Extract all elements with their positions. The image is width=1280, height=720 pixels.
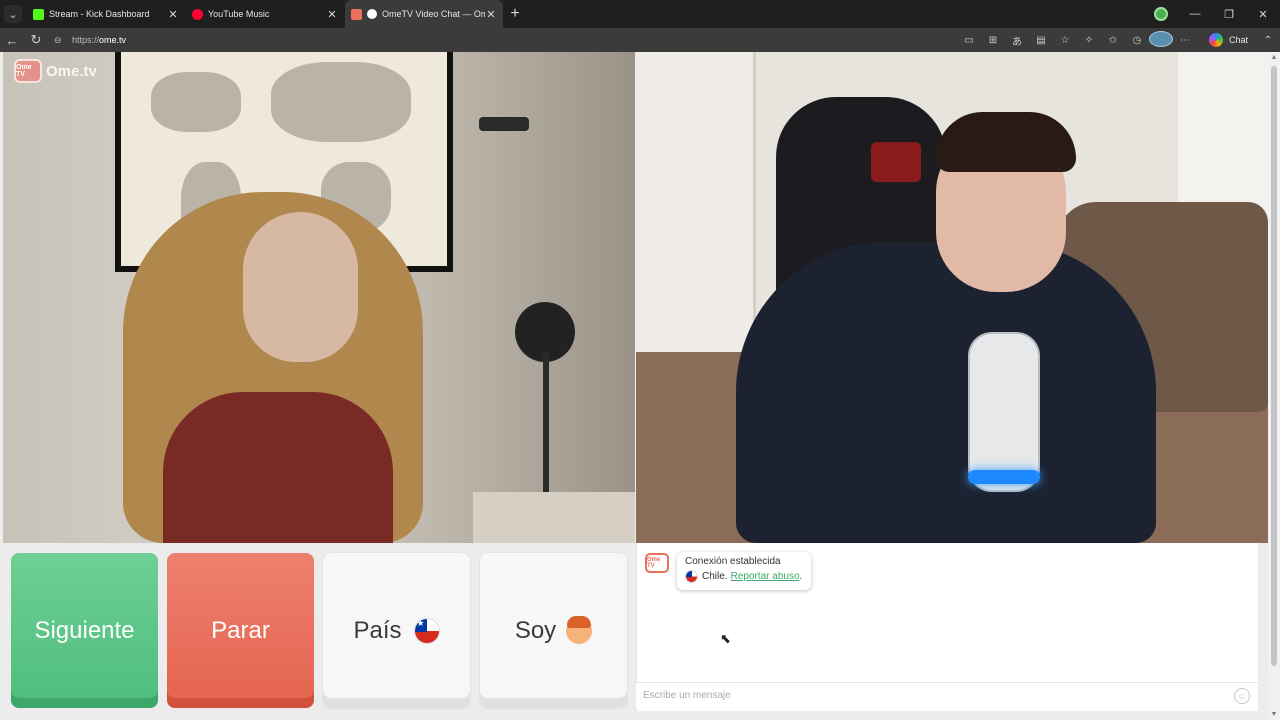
report-suffix: . — [799, 571, 803, 582]
tab-youtube-music[interactable]: YouTube Music ✕ — [186, 0, 344, 28]
lamp-stem — [543, 352, 549, 502]
tv-icon: Ome TV — [14, 59, 42, 83]
door — [636, 52, 756, 352]
profile-icon[interactable] — [1154, 7, 1168, 21]
url-host: ome.tv — [99, 35, 127, 45]
avatar[interactable] — [1148, 30, 1173, 50]
new-tab-button[interactable]: + — [503, 0, 527, 28]
favorites-icon[interactable]: ✩ — [1101, 35, 1125, 46]
youtube-music-icon — [192, 8, 203, 20]
chair-logo — [871, 142, 921, 182]
scroll-up-icon[interactable]: ▲ — [1268, 54, 1280, 61]
back-icon[interactable]: ← — [0, 33, 24, 48]
system-message: Conexión establecida Chile. Reportar abu… — [677, 552, 811, 590]
country-text: Chile. — [702, 571, 728, 582]
scrollbar-thumb[interactable] — [1271, 66, 1277, 666]
self-video — [636, 52, 1268, 543]
tab-ometv[interactable]: OmeTV Video Chat — Omegle ✕ — [345, 0, 503, 28]
boy-emoji-icon — [566, 615, 593, 644]
message-bar: ☺ — [636, 682, 1258, 708]
tab-title: YouTube Music — [208, 9, 270, 19]
mouse-cursor-icon: ⬉ — [720, 631, 731, 646]
gender-button[interactable]: Soy — [480, 553, 627, 708]
stop-button[interactable]: Parar — [167, 553, 314, 708]
sidebar-chevron-icon[interactable]: ⌃ — [1256, 35, 1280, 46]
chile-flag-icon — [685, 570, 698, 583]
stop-label: Parar — [211, 616, 270, 644]
tab-title: OmeTV Video Chat — Omegle — [382, 9, 485, 19]
record-icon — [367, 9, 377, 19]
history-icon[interactable]: ◷ — [1125, 35, 1149, 46]
more-icon[interactable]: ⋯ — [1173, 35, 1197, 46]
tab-title: Stream - Kick Dashboard — [49, 9, 150, 19]
site-info-icon[interactable]: ⊖ — [54, 35, 66, 46]
close-icon[interactable]: ✕ — [485, 8, 497, 21]
logo-text: Ome.tv — [46, 62, 97, 80]
translate-icon[interactable]: あ — [1005, 33, 1029, 48]
gender-label: Soy — [514, 616, 557, 644]
browser-toolbar: ← ↻ ⊖ https://ome.tv ▭ ⊞ あ ▤ ☆ ✧ ✩ ◷ ⋯ C… — [0, 28, 1280, 52]
reload-icon[interactable]: ↻ — [24, 32, 48, 48]
ometv-logo: Ome TV Ome.tv — [14, 59, 97, 83]
minimize-icon[interactable]: — — [1178, 8, 1212, 20]
chat-label: Chat — [1228, 35, 1248, 45]
browser-tab-strip: ⌄ Stream - Kick Dashboard ✕ YouTube Musi… — [0, 0, 1280, 28]
emoji-icon[interactable]: ☺ — [1234, 687, 1250, 704]
country-button[interactable]: País — [323, 553, 470, 708]
window-controls: — ❐ ✕ — [1144, 0, 1280, 28]
ometv-icon — [351, 8, 362, 20]
desk — [473, 492, 635, 543]
stranger-person — [123, 192, 423, 543]
extensions-icon[interactable]: ✧ — [1077, 35, 1101, 46]
country-label: País — [353, 616, 402, 644]
copilot-icon — [1208, 33, 1223, 47]
page-scrollbar[interactable]: ▲ ▼ — [1268, 52, 1280, 720]
next-label: Siguiente — [34, 616, 135, 644]
copilot-chat-button[interactable]: Chat — [1208, 33, 1248, 47]
url-prefix: https:// — [72, 35, 100, 45]
restore-icon[interactable]: ❐ — [1212, 8, 1246, 21]
report-abuse-link[interactable]: Reportar abuso — [731, 571, 800, 582]
chevron-down-icon: ⌄ — [4, 5, 22, 23]
microphone-light — [968, 470, 1040, 484]
address-bar[interactable]: ⊖ https://ome.tv — [54, 30, 957, 50]
self-person — [736, 242, 1156, 543]
apps-icon[interactable]: ⊞ — [981, 35, 1005, 46]
stranger-video: Ome TV Ome.tv — [3, 52, 635, 543]
microphone — [968, 332, 1040, 492]
tab-list-button[interactable]: ⌄ — [0, 0, 26, 28]
kick-icon — [33, 8, 44, 20]
close-icon[interactable]: ✕ — [167, 8, 179, 21]
scroll-down-icon[interactable]: ▼ — [1268, 711, 1280, 718]
toolbar-icons: ▭ ⊞ あ ▤ ☆ ✧ ✩ ◷ ⋯ — [957, 30, 1197, 50]
favorite-star-icon[interactable]: ☆ — [1053, 35, 1077, 46]
ometv-chat-icon: Ome TV — [645, 553, 669, 573]
close-window-icon[interactable]: ✕ — [1246, 8, 1280, 21]
next-button[interactable]: Siguiente — [11, 553, 158, 708]
connection-status: Conexión establecida — [685, 556, 781, 567]
tab-kick-dashboard[interactable]: Stream - Kick Dashboard ✕ — [27, 0, 185, 28]
wall-bracket — [479, 117, 529, 131]
chat-controls: Siguiente Parar País Soy — [0, 543, 636, 720]
self-hair — [936, 112, 1076, 172]
camera-icon[interactable]: ▭ — [957, 35, 981, 46]
reader-icon[interactable]: ▤ — [1029, 35, 1053, 46]
close-icon[interactable]: ✕ — [326, 8, 338, 21]
ometv-page: Ome TV Ome.tv Siguiente Parar País Soy O… — [0, 52, 1280, 720]
message-input[interactable] — [636, 690, 1234, 701]
chile-flag-icon — [413, 617, 440, 644]
